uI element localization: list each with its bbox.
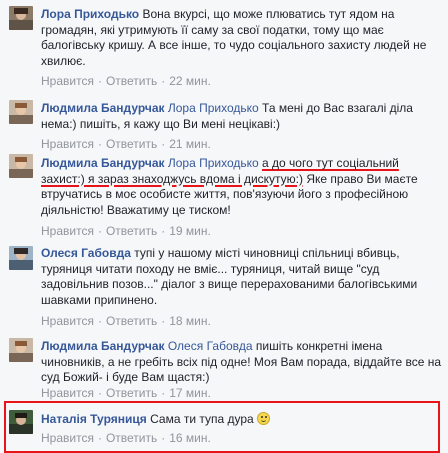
comment-time[interactable]: 22 мин.: [169, 74, 211, 88]
comment-author[interactable]: Олеся Габовда: [41, 246, 131, 260]
reply-link[interactable]: Ответить: [106, 137, 157, 151]
reply-link[interactable]: Ответить: [106, 224, 157, 238]
like-link[interactable]: Нравится: [41, 431, 94, 445]
comment-text: Людмила Бандурчак Лора Приходько а до чо…: [41, 156, 442, 218]
avatar[interactable]: [9, 154, 33, 178]
comment-text: Наталія Туряниця Сама ти тупа дура: [41, 412, 442, 428]
reply-to-link[interactable]: Лора Приходько: [168, 101, 259, 115]
comment-text: Лора Приходько Вона вкурсі, що може плюв…: [41, 7, 442, 69]
comment-time[interactable]: 16 мин.: [169, 431, 211, 445]
comment-author[interactable]: Наталія Туряниця: [41, 412, 147, 426]
comment-meta: Нравится · Ответить · 16 мин.: [41, 431, 211, 445]
comment-author[interactable]: Людмила Бандурчак: [41, 156, 165, 170]
comment-time[interactable]: 19 мин.: [169, 224, 211, 238]
comment-text: Людмила Бандурчак Олеся Габовда пишіть к…: [41, 339, 442, 386]
avatar[interactable]: [9, 410, 33, 434]
comment-time[interactable]: 18 мин.: [169, 314, 211, 328]
comment-text: Олеся Габовда тупі у нашому місті чиновн…: [41, 246, 442, 308]
reply-link[interactable]: Ответить: [106, 431, 157, 445]
comment-author[interactable]: Людмила Бандурчак: [41, 101, 165, 115]
comment-meta: Нравится · Ответить · 21 мин.: [41, 137, 211, 151]
like-link[interactable]: Нравится: [41, 74, 94, 88]
comment-meta: Нравится · Ответить · 18 мин.: [41, 314, 211, 328]
avatar[interactable]: [9, 100, 33, 124]
like-link[interactable]: Нравится: [41, 224, 94, 238]
smiley-emoji-icon: [257, 412, 271, 425]
like-link[interactable]: Нравится: [41, 314, 94, 328]
reply-link[interactable]: Ответить: [106, 314, 157, 328]
avatar[interactable]: [9, 6, 33, 30]
comment-body: Сама ти тупа дура: [150, 412, 254, 426]
comment-meta: Нравится · Ответить · 17 мин.: [41, 386, 211, 400]
comment-meta: Нравится · Ответить · 19 мин.: [41, 224, 211, 238]
comment-time[interactable]: 17 мин.: [169, 386, 211, 400]
comment-author[interactable]: Людмила Бандурчак: [41, 339, 165, 353]
comment-time[interactable]: 21 мин.: [169, 137, 211, 151]
avatar[interactable]: [9, 246, 33, 270]
comment-author[interactable]: Лора Приходько: [41, 7, 139, 21]
comment-meta: Нравится · Ответить · 22 мин.: [41, 74, 211, 88]
like-link[interactable]: Нравится: [41, 386, 94, 400]
reply-to-link[interactable]: Олеся Габовда: [168, 339, 253, 353]
comment-text: Людмила Бандурчак Лора Приходько Та мені…: [41, 101, 442, 132]
reply-link[interactable]: Ответить: [106, 386, 157, 400]
reply-to-link[interactable]: Лора Приходько: [168, 156, 259, 170]
reply-link[interactable]: Ответить: [106, 74, 157, 88]
avatar[interactable]: [9, 338, 33, 362]
like-link[interactable]: Нравится: [41, 137, 94, 151]
